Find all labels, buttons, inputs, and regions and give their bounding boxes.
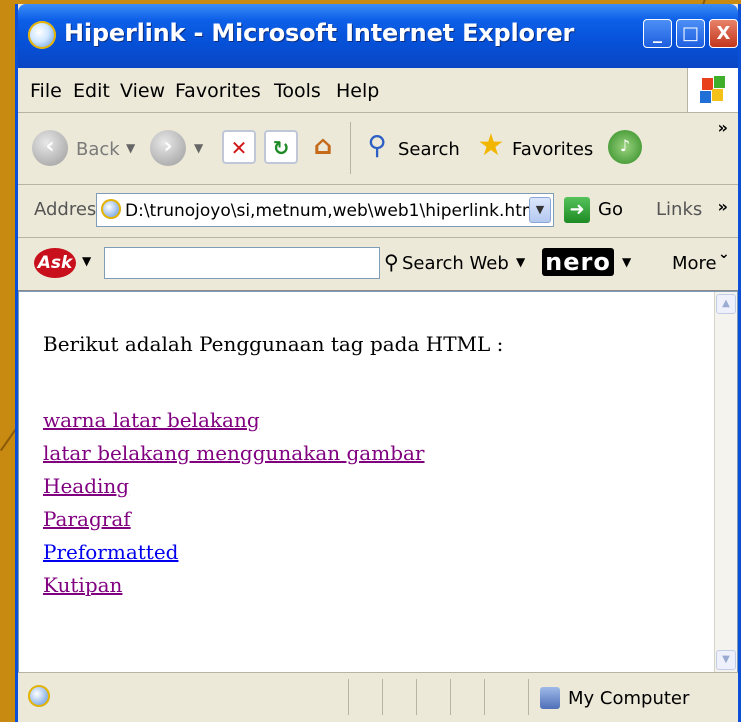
go-button-label[interactable]: Go	[598, 199, 623, 220]
status-divider	[484, 679, 485, 715]
vertical-scrollbar[interactable]: ▲ ▼	[714, 292, 737, 672]
title-bar[interactable]: Hiperlink - Microsoft Internet Explorer …	[18, 4, 738, 68]
browser-window: Hiperlink - Microsoft Internet Explorer …	[15, 4, 741, 722]
go-arrow-icon[interactable]: ➜	[564, 197, 590, 223]
status-divider	[348, 679, 349, 715]
status-divider	[382, 679, 383, 715]
home-icon[interactable]: ⌂	[306, 130, 340, 164]
address-input[interactable]: D:\trunojoyo\si,metnum,web\web1\hiperlin…	[96, 193, 554, 227]
search-web-icon[interactable]: ⚲	[384, 250, 399, 274]
page-content: Berikut adalah Penggunaan tag pada HTML …	[18, 291, 738, 673]
more-button[interactable]: More	[672, 253, 717, 274]
link-paragraf[interactable]: Paragraf	[43, 503, 424, 536]
ask-search-input[interactable]	[104, 247, 380, 279]
links-overflow-chevron-icon[interactable]: »	[718, 197, 728, 216]
toolbar-separator	[350, 122, 351, 174]
search-icon[interactable]: ⚲	[360, 130, 394, 164]
scroll-down-icon[interactable]: ▼	[716, 650, 736, 670]
menu-bar: File Edit View Favorites Tools Help	[18, 68, 738, 113]
toolbar-overflow-chevron-icon[interactable]: »	[718, 118, 728, 137]
ie-logo-icon[interactable]	[28, 21, 56, 49]
ask-dropdown-icon[interactable]: ▼	[82, 254, 91, 268]
menu-edit[interactable]: Edit	[73, 80, 110, 102]
stop-icon[interactable]: ✕	[222, 130, 256, 164]
page-status-icon	[28, 685, 50, 707]
back-dropdown-icon[interactable]: ▼	[126, 141, 135, 155]
favorites-button-label[interactable]: Favorites	[512, 139, 593, 160]
menu-favorites[interactable]: Favorites	[175, 80, 261, 102]
windows-logo-icon	[687, 68, 738, 112]
forward-dropdown-icon[interactable]: ▼	[194, 141, 203, 155]
page-icon	[101, 199, 121, 219]
link-preformatted[interactable]: Preformatted	[43, 536, 424, 569]
standard-toolbar: ‹ Back ▼ › ▼ ✕ ↻ ⌂ ⚲ Search ★ Favorites …	[18, 112, 738, 185]
status-divider	[450, 679, 451, 715]
address-bar: Address D:\trunojoyo\si,metnum,web\web1\…	[18, 185, 738, 238]
link-heading[interactable]: Heading	[43, 470, 424, 503]
link-kutipan[interactable]: Kutipan	[43, 569, 424, 602]
link-warna-latar-belakang[interactable]: warna latar belakang	[43, 404, 424, 437]
nero-dropdown-icon[interactable]: ▼	[622, 255, 631, 269]
page-intro-text: Berikut adalah Penggunaan tag pada HTML …	[43, 332, 504, 356]
back-arrow-icon[interactable]: ‹	[32, 130, 68, 166]
favorites-star-icon[interactable]: ★	[474, 130, 508, 164]
address-dropdown-icon[interactable]: ▼	[529, 197, 551, 223]
computer-zone-icon	[540, 687, 560, 709]
menu-help[interactable]: Help	[336, 80, 379, 102]
address-url[interactable]: D:\trunojoyo\si,metnum,web\web1\hiperlin…	[125, 201, 538, 221]
media-icon[interactable]: ♪	[608, 130, 642, 164]
security-zone-label: My Computer	[568, 688, 690, 709]
window-title: Hiperlink - Microsoft Internet Explorer	[64, 19, 575, 47]
link-list: warna latar belakang latar belakang meng…	[43, 404, 424, 602]
menu-view[interactable]: View	[120, 80, 165, 102]
ask-logo-icon[interactable]: Ask	[34, 248, 76, 278]
back-button-label[interactable]: Back	[76, 139, 120, 160]
scroll-up-icon[interactable]: ▲	[716, 294, 736, 314]
close-button[interactable]: X	[709, 19, 738, 48]
status-bar: My Computer	[18, 672, 738, 722]
menu-file[interactable]: File	[30, 80, 62, 102]
status-divider	[528, 679, 529, 715]
maximize-button[interactable]: □	[676, 19, 705, 48]
address-label: Address	[34, 199, 106, 220]
status-divider	[416, 679, 417, 715]
forward-arrow-icon[interactable]: ›	[150, 130, 186, 166]
menu-tools[interactable]: Tools	[274, 80, 321, 102]
search-button-label[interactable]: Search	[398, 139, 460, 160]
link-latar-belakang-gambar[interactable]: latar belakang menggunakan gambar	[43, 437, 424, 470]
minimize-button[interactable]: _	[643, 19, 672, 48]
search-web-dropdown-icon[interactable]: ▼	[516, 255, 525, 269]
links-label[interactable]: Links	[656, 199, 702, 220]
search-web-button[interactable]: Search Web	[402, 253, 509, 274]
refresh-icon[interactable]: ↻	[264, 130, 298, 164]
more-chevron-icon[interactable]: ⌄	[718, 246, 730, 262]
ask-toolbar: Ask ▼ ⚲ Search Web ▼ nero ▼ More ⌄	[18, 238, 738, 291]
nero-logo[interactable]: nero	[542, 248, 614, 276]
